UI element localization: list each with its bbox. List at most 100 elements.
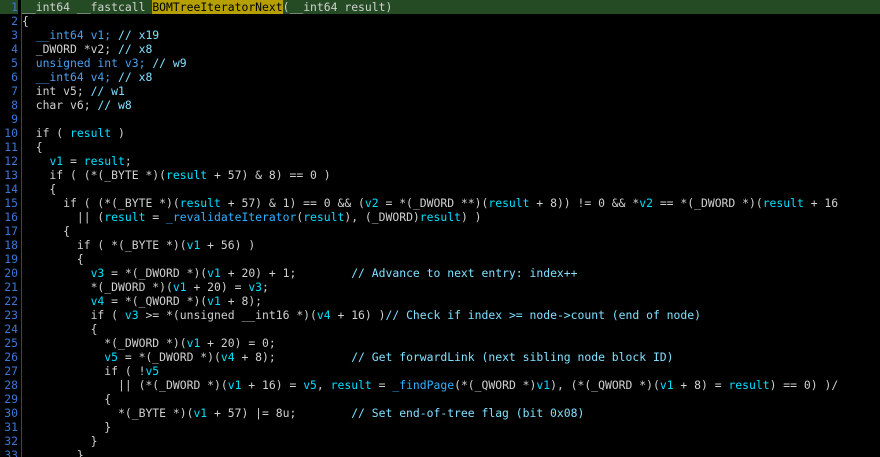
code-line[interactable]: v1 = result;: [22, 154, 880, 168]
code-token[interactable]: [22, 294, 91, 308]
code-token[interactable]: ) ): [461, 210, 482, 224]
code-line[interactable]: *(_DWORD *)(v1 + 20) = 0;: [22, 336, 880, 350]
variable-token[interactable]: v2: [365, 196, 379, 210]
code-line[interactable]: if ( !v5: [22, 364, 880, 378]
code-token[interactable]: [22, 266, 91, 280]
variable-token[interactable]: v3: [248, 280, 262, 294]
code-line[interactable]: {: [22, 224, 880, 238]
code-token[interactable]: ), (*(_QWORD *)(: [550, 378, 660, 392]
code-area[interactable]: __int64 __fastcall BOMTreeIteratorNext(_…: [22, 0, 880, 457]
code-line[interactable]: _DWORD *v2; // x8: [22, 42, 880, 56]
code-token[interactable]: + 20) = 0;: [200, 336, 276, 350]
code-comment[interactable]: // x19: [118, 28, 159, 42]
variable-token[interactable]: v1: [187, 238, 201, 252]
code-token[interactable]: = *(_DWORD *)(: [104, 266, 207, 280]
code-token[interactable]: >= *(unsigned __int16 *)(: [139, 308, 316, 322]
code-line-current[interactable]: __int64 __fastcall BOMTreeIteratorNext(_…: [22, 0, 880, 14]
code-token[interactable]: *(_DWORD *)(: [22, 336, 186, 350]
code-token[interactable]: + 56) ): [200, 238, 255, 252]
variable-token[interactable]: v5: [145, 364, 159, 378]
variable-token[interactable]: result: [104, 210, 145, 224]
code-line[interactable]: {: [22, 322, 880, 336]
variable-token[interactable]: v1: [207, 294, 221, 308]
code-token[interactable]: int v5;: [22, 84, 91, 98]
code-token[interactable]: if ( *(_BYTE *)(: [22, 238, 187, 252]
code-token[interactable]: if ( (*(_BYTE *)(: [22, 168, 166, 182]
code-token[interactable]: + 57) |= 8u;: [207, 406, 351, 420]
variable-token[interactable]: result: [728, 378, 769, 392]
variable-token[interactable]: result: [84, 154, 125, 168]
code-token[interactable]: ;: [125, 154, 132, 168]
code-token[interactable]: + 8);: [235, 350, 352, 364]
variable-token[interactable]: v1: [228, 378, 242, 392]
type-token[interactable]: __int64 v4;: [22, 70, 118, 84]
code-token[interactable]: {: [22, 322, 98, 336]
variable-token[interactable]: v4: [221, 350, 235, 364]
variable-token[interactable]: v1: [193, 406, 207, 420]
code-token[interactable]: ,: [317, 378, 331, 392]
code-line[interactable]: int v5; // w1: [22, 84, 880, 98]
code-token[interactable]: (*(_QWORD *): [454, 378, 536, 392]
type-token[interactable]: __int64 v1;: [22, 28, 118, 42]
code-token[interactable]: {: [22, 224, 70, 238]
variable-token[interactable]: result: [763, 196, 804, 210]
code-token[interactable]: [22, 350, 104, 364]
function-call[interactable]: _findPage: [392, 378, 454, 392]
code-token[interactable]: + 20) + 1;: [221, 266, 351, 280]
variable-token[interactable]: v5: [303, 378, 317, 392]
code-token[interactable]: __int64 __fastcall: [22, 0, 152, 14]
variable-token[interactable]: v5: [104, 350, 118, 364]
code-token[interactable]: if ( !: [22, 364, 145, 378]
code-token[interactable]: = *(_DWORD **)(: [379, 196, 488, 210]
code-line[interactable]: if ( (*(_BYTE *)(result + 57) & 1) == 0 …: [22, 196, 880, 210]
code-token[interactable]: if (: [22, 308, 125, 322]
code-token[interactable]: + 20) =: [187, 280, 249, 294]
code-line[interactable]: *(_DWORD *)(v1 + 20) = v3;: [22, 280, 880, 294]
code-token[interactable]: ), (_DWORD): [344, 210, 419, 224]
code-token[interactable]: [22, 154, 49, 168]
code-token[interactable]: *(_BYTE *)(: [22, 406, 193, 420]
code-comment[interactable]: // Get forwardLink (next sibling node bl…: [351, 350, 673, 364]
code-line[interactable]: *(_BYTE *)(v1 + 57) |= 8u; // Set end-of…: [22, 406, 880, 420]
selected-function-name[interactable]: BOMTreeIteratorNext: [152, 0, 283, 14]
code-line[interactable]: }: [22, 434, 880, 448]
code-line[interactable]: __int64 v1; // x19: [22, 28, 880, 42]
code-line[interactable]: }: [22, 420, 880, 434]
code-line[interactable]: v4 = *(_QWORD *)(v1 + 8);: [22, 294, 880, 308]
code-comment[interactable]: // w8: [97, 98, 131, 112]
code-token[interactable]: }: [22, 434, 98, 448]
variable-token[interactable]: result: [420, 210, 461, 224]
pseudocode-editor[interactable]: 1 2 3 4 5 6 7 8 9 10 11 12 13 14 15 16 17 18 19 20 21 22 23 24 2…: [0, 0, 880, 457]
variable-token[interactable]: v1: [173, 280, 187, 294]
code-token[interactable]: || (*(_DWORD *)(: [22, 378, 228, 392]
variable-token[interactable]: v2: [639, 196, 653, 210]
code-token[interactable]: =: [63, 154, 84, 168]
code-token[interactable]: = *(_QWORD *)(: [104, 294, 207, 308]
code-comment[interactable]: // x8: [118, 42, 152, 56]
variable-token[interactable]: result: [70, 126, 111, 140]
code-token[interactable]: *(_DWORD *)(: [22, 280, 173, 294]
code-token[interactable]: {: [22, 182, 56, 196]
code-line[interactable]: {: [22, 392, 880, 406]
variable-token[interactable]: v1: [660, 378, 674, 392]
code-token[interactable]: ) == 0) )/: [770, 378, 839, 392]
code-line[interactable]: || (*(_DWORD *)(v1 + 16) = v5, result = …: [22, 378, 880, 392]
code-token[interactable]: char v6;: [22, 98, 97, 112]
code-line[interactable]: if ( (*(_BYTE *)(result + 57) & 8) == 0 …: [22, 168, 880, 182]
code-line[interactable]: unsigned int v3; // w9: [22, 56, 880, 70]
code-token[interactable]: {: [22, 392, 111, 406]
code-token[interactable]: ): [111, 126, 125, 140]
code-line[interactable]: {: [22, 252, 880, 266]
code-line[interactable]: char v6; // w8: [22, 98, 880, 112]
code-token[interactable]: ;: [262, 280, 269, 294]
variable-token[interactable]: v3: [125, 308, 139, 322]
variable-token[interactable]: v1: [187, 336, 201, 350]
type-token[interactable]: unsigned int v3;: [22, 56, 152, 70]
code-token[interactable]: + 8) =: [674, 378, 729, 392]
code-comment[interactable]: // Check if index >= node->count (end of…: [386, 308, 701, 322]
variable-token[interactable]: result: [488, 196, 529, 210]
code-token[interactable]: }: [22, 448, 84, 457]
code-token[interactable]: + 8);: [221, 294, 262, 308]
code-token[interactable]: + 57) & 1) == 0 && (: [221, 196, 365, 210]
variable-token[interactable]: v1: [536, 378, 550, 392]
